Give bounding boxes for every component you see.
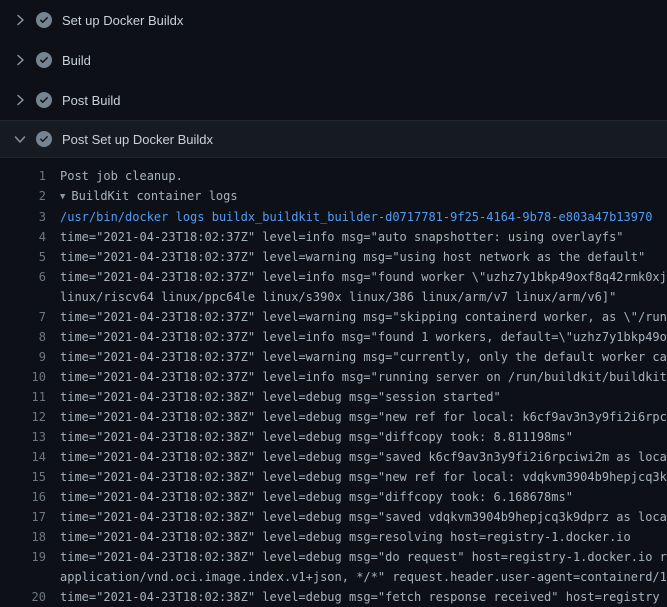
chevron-right-icon: [12, 12, 28, 28]
step-header-set-up-docker-buildx[interactable]: Set up Docker Buildx: [0, 0, 667, 40]
log-line-number[interactable]: 15: [0, 467, 46, 487]
log-line-number[interactable]: 20: [0, 587, 46, 607]
log-line-number: [0, 287, 46, 307]
log-line-7: 7time="2021-04-23T18:02:37Z" level=warni…: [0, 307, 667, 327]
log-text: time="2021-04-23T18:02:38Z" level=debug …: [46, 547, 667, 567]
log-line-number[interactable]: 1: [0, 166, 46, 186]
log-line-17: 17time="2021-04-23T18:02:38Z" level=debu…: [0, 507, 667, 527]
log-line-9: 9time="2021-04-23T18:02:37Z" level=warni…: [0, 347, 667, 367]
check-circle-icon: [36, 92, 52, 108]
log-line-number[interactable]: 10: [0, 367, 46, 387]
log-line-6: 6time="2021-04-23T18:02:37Z" level=info …: [0, 267, 667, 287]
log-line-10: 10time="2021-04-23T18:02:37Z" level=info…: [0, 367, 667, 387]
check-circle-icon: [36, 52, 52, 68]
log-text: time="2021-04-23T18:02:37Z" level=info m…: [46, 367, 667, 387]
log-text: time="2021-04-23T18:02:37Z" level=warnin…: [46, 247, 645, 267]
log-line-18: 18time="2021-04-23T18:02:38Z" level=debu…: [0, 527, 667, 547]
step-header-post-build[interactable]: Post Build: [0, 80, 667, 120]
log-text: time="2021-04-23T18:02:37Z" level=info m…: [46, 227, 624, 247]
log-text: time="2021-04-23T18:02:37Z" level=info m…: [46, 267, 667, 287]
chevron-down-icon: [12, 131, 28, 147]
log-line-11: 11time="2021-04-23T18:02:38Z" level=debu…: [0, 387, 667, 407]
step-label: Post Build: [62, 93, 121, 108]
log-text: time="2021-04-23T18:02:38Z" level=debug …: [46, 427, 573, 447]
chevron-right-icon: [12, 52, 28, 68]
step-header-build[interactable]: Build: [0, 40, 667, 80]
log-line-number[interactable]: 8: [0, 327, 46, 347]
log-line-number[interactable]: 12: [0, 407, 46, 427]
log-line-number[interactable]: 6: [0, 267, 46, 287]
log-line-number[interactable]: 4: [0, 227, 46, 247]
log-text: time="2021-04-23T18:02:38Z" level=debug …: [46, 467, 667, 487]
log-text: time="2021-04-23T18:02:38Z" level=debug …: [46, 387, 501, 407]
log-line-number[interactable]: 5: [0, 247, 46, 267]
actions-log-viewer: Set up Docker Buildx Build Post Build Post …: [0, 0, 667, 607]
log-line-number[interactable]: 17: [0, 507, 46, 527]
log-line-continuation: linux/riscv64 linux/ppc64le linux/s390x …: [0, 287, 667, 307]
log-text: time="2021-04-23T18:02:38Z" level=debug …: [46, 527, 631, 547]
chevron-right-icon: [12, 92, 28, 108]
log-text: linux/riscv64 linux/ppc64le linux/s390x …: [46, 287, 616, 307]
log-line-16: 16time="2021-04-23T18:02:38Z" level=debu…: [0, 487, 667, 507]
log-line-number[interactable]: 2: [0, 186, 46, 207]
log-text: time="2021-04-23T18:02:37Z" level=warnin…: [46, 347, 667, 367]
log-text: time="2021-04-23T18:02:37Z" level=warnin…: [46, 307, 667, 327]
log-line-number[interactable]: 9: [0, 347, 46, 367]
log-line-12: 12time="2021-04-23T18:02:38Z" level=debu…: [0, 407, 667, 427]
log-group-label[interactable]: BuildKit container logs: [71, 189, 237, 203]
log-line-3: 3/usr/bin/docker logs buildx_buildkit_bu…: [0, 207, 667, 227]
log-text: time="2021-04-23T18:02:38Z" level=debug …: [46, 407, 667, 427]
step-label: Set up Docker Buildx: [62, 13, 183, 28]
check-circle-icon: [36, 12, 52, 28]
log-line-20: 20time="2021-04-23T18:02:38Z" level=debu…: [0, 587, 667, 607]
log-line-1: 1Post job cleanup.: [0, 166, 667, 186]
log-group-collapse-icon[interactable]: ▼: [60, 187, 65, 207]
step-label: Build: [62, 53, 91, 68]
log-line-14: 14time="2021-04-23T18:02:38Z" level=debu…: [0, 447, 667, 467]
log-line-15: 15time="2021-04-23T18:02:38Z" level=debu…: [0, 467, 667, 487]
log-line-4: 4time="2021-04-23T18:02:37Z" level=info …: [0, 227, 667, 247]
log-line-number[interactable]: 14: [0, 447, 46, 467]
log-text: ▼ BuildKit container logs: [46, 186, 238, 207]
log-line-5: 5time="2021-04-23T18:02:37Z" level=warni…: [0, 247, 667, 267]
step-label: Post Set up Docker Buildx: [62, 132, 213, 147]
log-line-number[interactable]: 13: [0, 427, 46, 447]
log-line-number[interactable]: 7: [0, 307, 46, 327]
log-line-number[interactable]: 19: [0, 547, 46, 567]
log-line-number[interactable]: 16: [0, 487, 46, 507]
check-circle-icon: [36, 131, 52, 147]
log-line-number[interactable]: 11: [0, 387, 46, 407]
log-line-number: [0, 567, 46, 587]
log-text: time="2021-04-23T18:02:38Z" level=debug …: [46, 447, 667, 467]
log-line-number[interactable]: 3: [0, 207, 46, 227]
log-command-text: /usr/bin/docker logs buildx_buildkit_bui…: [46, 207, 652, 227]
step-list: Set up Docker Buildx Build Post Build Post …: [0, 0, 667, 158]
log-line-13: 13time="2021-04-23T18:02:38Z" level=debu…: [0, 427, 667, 447]
log-text: Post job cleanup.: [46, 166, 183, 186]
log-text: time="2021-04-23T18:02:38Z" level=debug …: [46, 587, 660, 607]
log-line-number[interactable]: 18: [0, 527, 46, 547]
log-text: time="2021-04-23T18:02:37Z" level=info m…: [46, 327, 667, 347]
log-line-19: 19time="2021-04-23T18:02:38Z" level=debu…: [0, 547, 667, 567]
log-text: application/vnd.oci.image.index.v1+json,…: [46, 567, 667, 587]
log-line-continuation: application/vnd.oci.image.index.v1+json,…: [0, 567, 667, 587]
log-text: time="2021-04-23T18:02:38Z" level=debug …: [46, 507, 667, 527]
log-line-2: 2 ▼ BuildKit container logs: [0, 186, 667, 207]
step-header-post-set-up-docker-buildx[interactable]: Post Set up Docker Buildx: [0, 120, 667, 158]
log-line-8: 8time="2021-04-23T18:02:37Z" level=info …: [0, 327, 667, 347]
log-text: time="2021-04-23T18:02:38Z" level=debug …: [46, 487, 573, 507]
log-area: 1Post job cleanup.2 ▼ BuildKit container l…: [0, 158, 667, 607]
